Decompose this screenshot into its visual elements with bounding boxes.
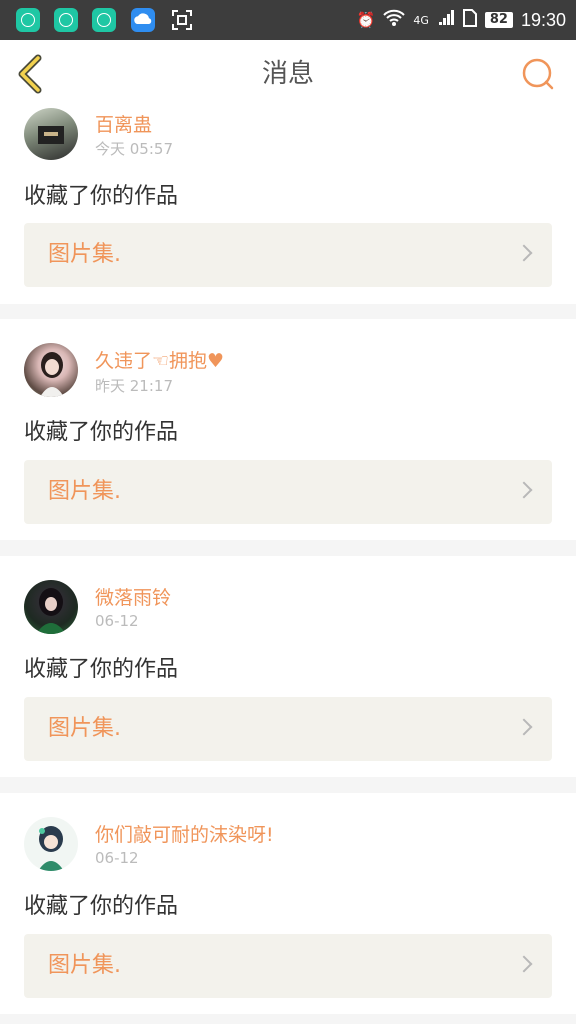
action-text: 收藏了你的作品 — [24, 420, 179, 445]
work-title: 图片集. — [48, 479, 121, 504]
username[interactable]: 百离蛊 — [95, 110, 152, 137]
alarm-icon: ⏰ — [356, 11, 376, 29]
work-title: 图片集. — [48, 716, 121, 741]
status-bar: ⏰ 4G 82 19:30 — [0, 0, 576, 40]
upload-app-icon — [16, 8, 40, 32]
network-type: 4G — [413, 13, 429, 27]
avatar[interactable] — [24, 817, 78, 871]
notification-card: 你们敲可耐的沫染呀! 06-12 收藏了你的作品 图片集. — [0, 793, 576, 1014]
action-text: 收藏了你的作品 — [24, 657, 179, 682]
work-link[interactable]: 图片集. — [24, 460, 552, 524]
chevron-right-icon — [515, 244, 533, 262]
chevron-right-icon — [515, 955, 533, 973]
notification-card: 久违了☜拥抱♥ 昨天 21:17 收藏了你的作品 图片集. — [0, 319, 576, 540]
page-title: 消息 — [261, 59, 314, 89]
cloud-icon — [131, 8, 155, 32]
signal-icon — [437, 9, 455, 31]
scan-icon — [170, 8, 194, 32]
work-title: 图片集. — [48, 953, 121, 978]
battery-indicator: 82 — [484, 12, 513, 28]
timestamp: 昨天 21:17 — [95, 377, 173, 395]
timestamp: 今天 05:57 — [95, 140, 173, 158]
action-text: 收藏了你的作品 — [24, 894, 179, 919]
timestamp: 06-12 — [95, 849, 139, 867]
notification-card: 百离蛊 今天 05:57 收藏了你的作品 图片集. — [0, 108, 576, 304]
work-title: 图片集. — [48, 242, 121, 267]
work-link[interactable]: 图片集. — [24, 697, 552, 761]
upload-app-icon — [54, 8, 78, 32]
username[interactable]: 微落雨铃 — [95, 583, 171, 610]
wifi-icon — [383, 9, 406, 31]
clock: 19:30 — [520, 9, 566, 30]
username[interactable]: 久违了☜拥抱♥ — [95, 346, 224, 373]
app-header: 消息 — [0, 40, 576, 109]
chevron-right-icon — [515, 718, 533, 736]
upload-app-icon — [92, 8, 116, 32]
work-link[interactable]: 图片集. — [24, 934, 552, 998]
avatar[interactable] — [24, 108, 78, 160]
timestamp: 06-12 — [95, 612, 139, 630]
avatar[interactable] — [24, 343, 78, 397]
username[interactable]: 你们敲可耐的沫染呀! — [95, 820, 274, 847]
action-text: 收藏了你的作品 — [24, 184, 179, 209]
search-button[interactable] — [520, 56, 556, 92]
work-link[interactable]: 图片集. — [24, 223, 552, 287]
notification-card: 微落雨铃 06-12 收藏了你的作品 图片集. — [0, 556, 576, 777]
chevron-right-icon — [515, 481, 533, 499]
sim-icon — [462, 9, 477, 31]
avatar[interactable] — [24, 580, 78, 634]
search-icon — [522, 58, 554, 90]
